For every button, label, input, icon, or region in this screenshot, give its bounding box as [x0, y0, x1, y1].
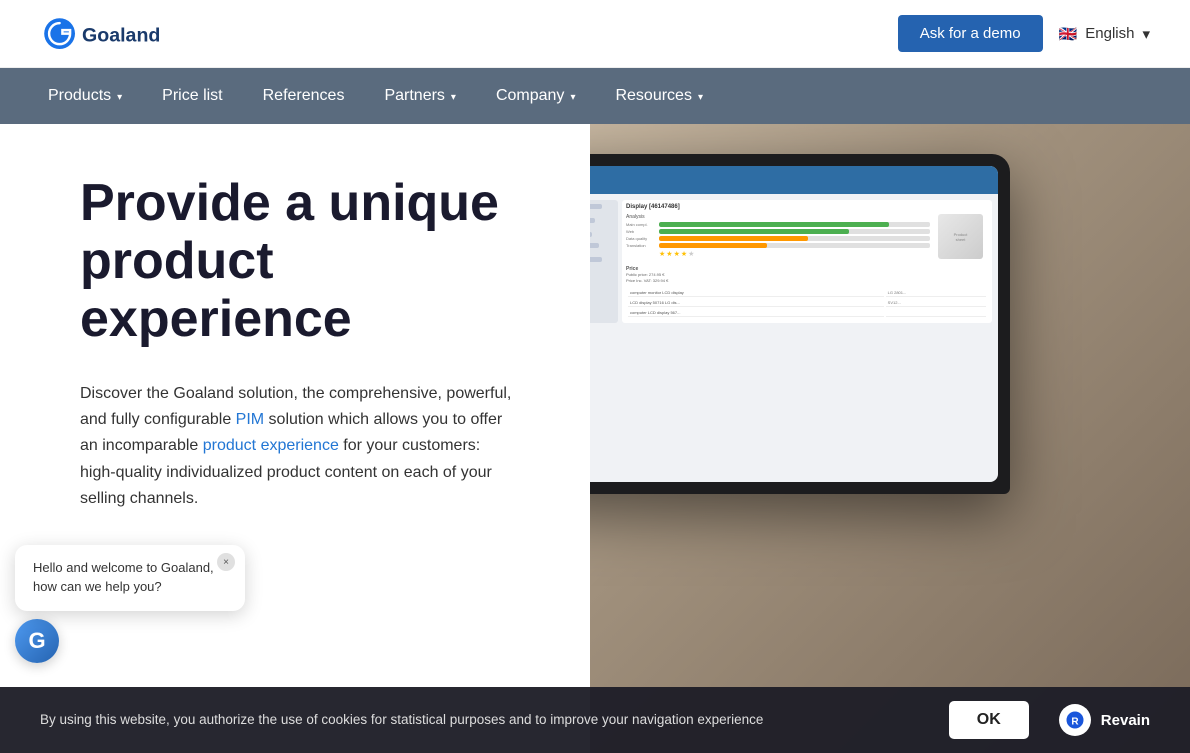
nav-item-resources[interactable]: Resources ▾ [597, 79, 721, 113]
svg-text:R: R [1071, 717, 1079, 728]
screen-top-bar [550, 166, 998, 194]
hero-section: Provide a unique product experience Disc… [0, 124, 1190, 753]
chat-avatar-button[interactable]: G [15, 619, 59, 663]
main-nav: Products ▾ Price list References Partner… [0, 68, 1190, 124]
cookie-bar: By using this website, you authorize the… [0, 687, 1190, 753]
language-label: English [1085, 25, 1134, 42]
laptop-screen: Display [46147486] Analysis Main compl. [550, 166, 998, 482]
cookie-ok-button[interactable]: OK [949, 701, 1029, 739]
top-bar: Goaland Ask for a demo 🇬🇧 English ▾ [0, 0, 1190, 68]
partners-arrow-icon: ▾ [451, 92, 456, 103]
hero-title: Provide a unique product experience [80, 174, 530, 349]
laptop-mockup: Display [46147486] Analysis Main compl. [550, 154, 1190, 714]
language-selector[interactable]: 🇬🇧 English ▾ [1059, 25, 1150, 43]
revain-icon: R [1059, 704, 1091, 736]
chat-widget: × Hello and welcome to Goaland, how can … [15, 545, 245, 663]
top-right-actions: Ask for a demo 🇬🇧 English ▾ [898, 15, 1150, 52]
products-arrow-icon: ▾ [117, 92, 122, 103]
screen-content: Display [46147486] Analysis Main compl. [550, 194, 998, 332]
pim-link[interactable]: PIM [236, 411, 264, 428]
nav-item-products[interactable]: Products ▾ [30, 79, 140, 113]
chat-bubble-text: Hello and welcome to Goaland, how can we… [33, 559, 227, 597]
nav-item-pricelist[interactable]: Price list [144, 79, 240, 113]
screen-table: computer monitor LCD displayLG 2801... L… [626, 287, 988, 319]
demo-button[interactable]: Ask for a demo [898, 15, 1043, 52]
nav-item-company[interactable]: Company ▾ [478, 79, 594, 113]
screen-layout-row: Display [46147486] Analysis Main compl. [550, 200, 992, 323]
lang-arrow-icon: ▾ [1142, 25, 1150, 43]
resources-arrow-icon: ▾ [698, 92, 703, 103]
company-arrow-icon: ▾ [570, 92, 575, 103]
screen-main-panel: Display [46147486] Analysis Main compl. [622, 200, 992, 323]
nav-item-partners[interactable]: Partners ▾ [366, 79, 474, 113]
hero-right-visual: Display [46147486] Analysis Main compl. [550, 124, 1190, 753]
hero-description: Discover the Goaland solution, the compr… [80, 381, 520, 513]
revain-label: Revain [1101, 712, 1150, 729]
chat-bubble: × Hello and welcome to Goaland, how can … [15, 545, 245, 611]
revain-badge: R Revain [1059, 704, 1150, 736]
laptop-frame: Display [46147486] Analysis Main compl. [550, 154, 1010, 494]
chat-close-button[interactable]: × [217, 553, 235, 571]
nav-item-references[interactable]: References [245, 79, 363, 113]
product-experience-link[interactable]: product experience [203, 437, 339, 454]
logo[interactable]: Goaland [40, 12, 180, 56]
svg-text:Goaland: Goaland [82, 24, 160, 46]
cookie-text: By using this website, you authorize the… [40, 710, 919, 730]
flag-icon: 🇬🇧 [1059, 25, 1078, 43]
